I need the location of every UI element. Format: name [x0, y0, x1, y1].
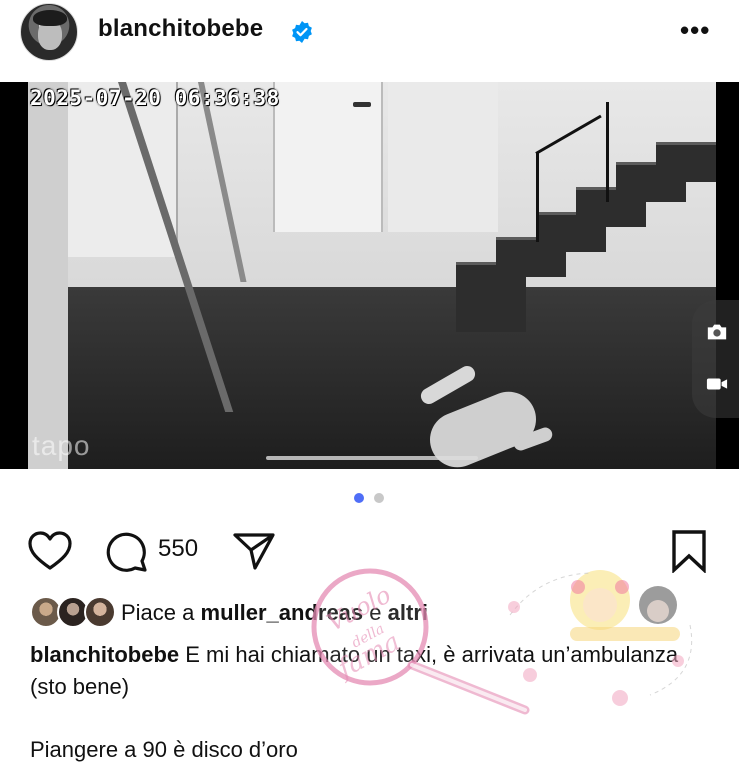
liker-avatar	[84, 596, 116, 628]
carousel-indicator	[354, 493, 394, 503]
author-avatar[interactable]	[20, 3, 78, 61]
share-icon[interactable]	[232, 531, 276, 571]
camera-timestamp: 2025-07-20 06:36:38	[30, 86, 280, 110]
caption-author[interactable]: blanchitobebe	[30, 642, 179, 667]
carousel-dot-active[interactable]	[354, 493, 364, 503]
post-media[interactable]: 2025-07-20 06:36:38 tapo	[0, 82, 739, 469]
bookmark-icon[interactable]	[670, 529, 708, 573]
likes-row[interactable]: Piace a muller_andreas e altri	[0, 592, 739, 632]
author-username[interactable]: blanchitobebe	[98, 15, 263, 43]
carousel-dot[interactable]	[374, 493, 384, 503]
heart-icon[interactable]	[27, 531, 73, 571]
camera-side-controls	[692, 300, 739, 418]
comment-icon[interactable]	[104, 530, 148, 572]
security-camera-frame: 2025-07-20 06:36:38 tapo	[28, 82, 716, 469]
person-figure	[418, 363, 558, 469]
likes-prefix: Piace a	[121, 600, 195, 625]
post-header: blanchitobebe •••	[0, 0, 739, 82]
comment-count: 550	[158, 535, 199, 562]
video-scrubber[interactable]	[266, 456, 478, 460]
likes-connector: e	[369, 600, 382, 625]
camera-brand-logo: tapo	[32, 430, 91, 461]
video-record-icon[interactable]	[706, 374, 728, 394]
verified-badge-icon	[292, 21, 312, 43]
more-options-button[interactable]: •••	[680, 17, 714, 43]
post-actions: 550	[0, 525, 739, 575]
post-caption: blanchitobebe E mi hai chiamato un taxi,…	[30, 639, 710, 703]
liker-username[interactable]: muller_andreas	[201, 600, 364, 625]
camera-icon[interactable]	[706, 322, 728, 342]
caption-line-2: Piangere a 90 è disco d’oro	[30, 737, 298, 762]
likes-summary: Piace a muller_andreas e altri	[121, 600, 428, 626]
likes-others[interactable]: altri	[388, 600, 428, 625]
